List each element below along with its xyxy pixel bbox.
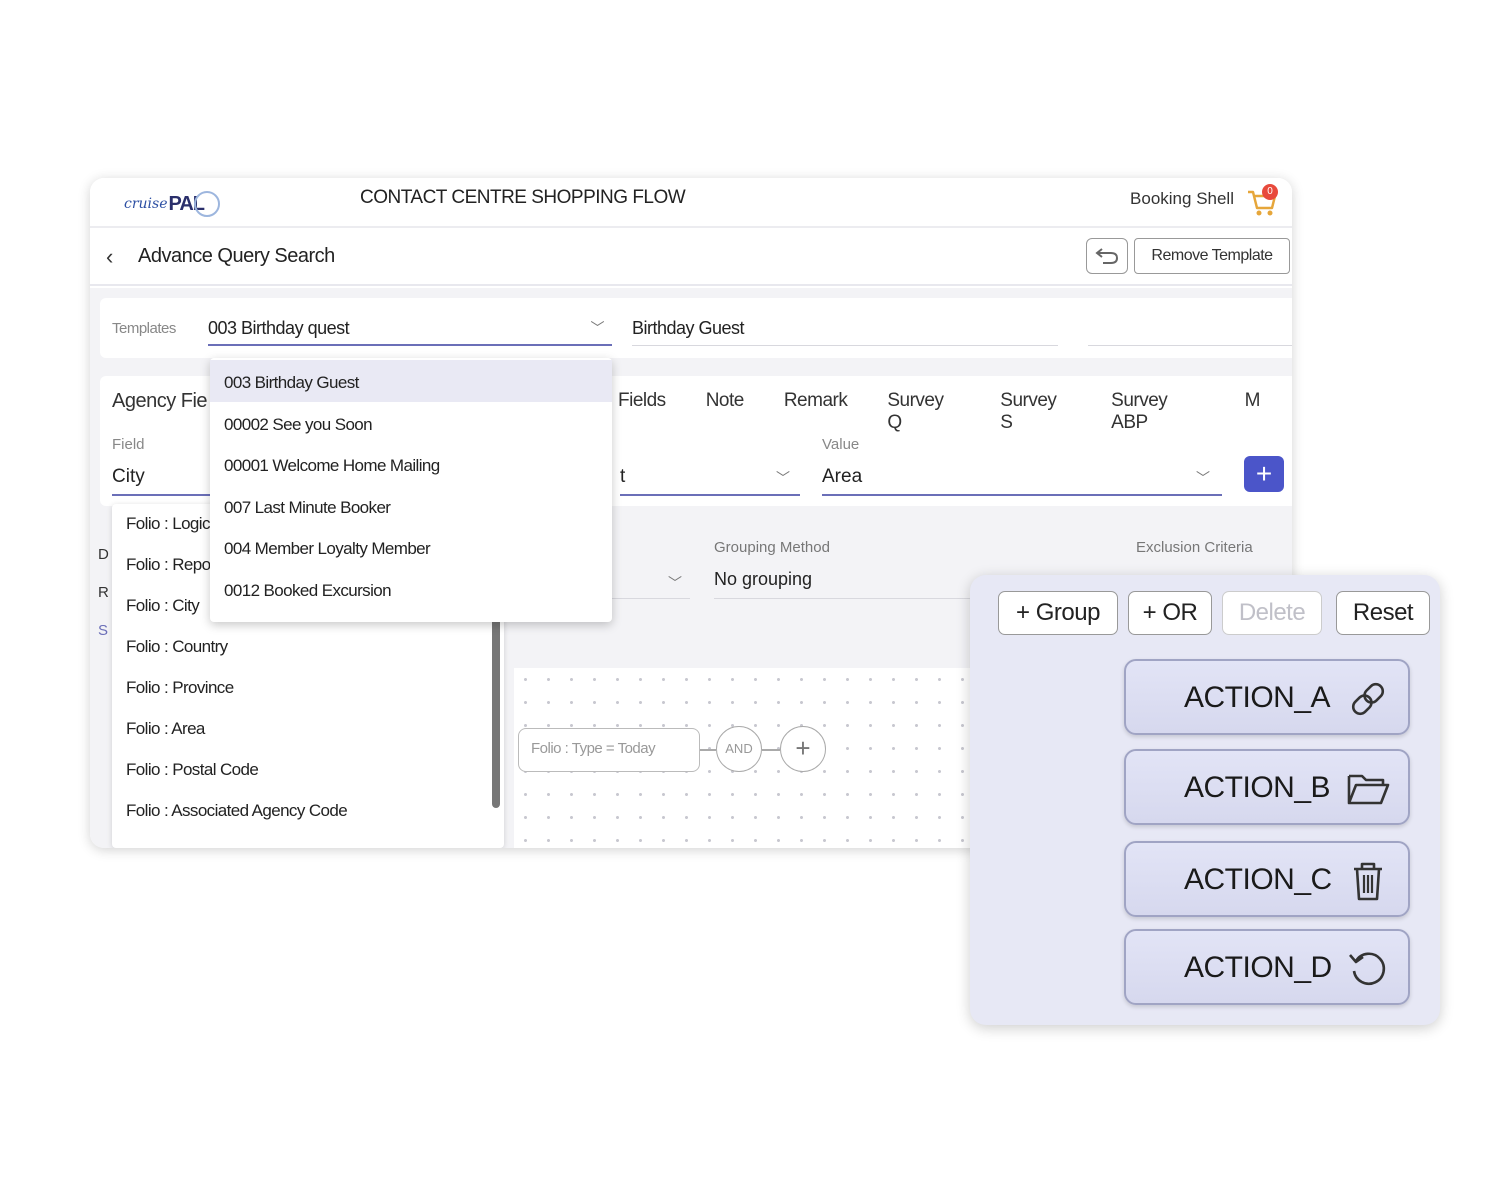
grouping-method-label: Grouping Method [714, 539, 830, 556]
list-item[interactable]: Folio : Country [112, 627, 504, 668]
link-icon [1351, 682, 1385, 716]
exclusion-criteria-label: Exclusion Criteria [1136, 539, 1253, 556]
side-letter: R [98, 584, 109, 601]
action-d-label: ACTION_D [1184, 951, 1332, 984]
side-letter: S [98, 622, 109, 639]
action-panel: + Group + OR Delete Reset ACTION_A ACTIO… [970, 575, 1440, 1025]
page-title: Advance Query Search [138, 245, 335, 267]
remove-template-button[interactable]: Remove Template [1134, 238, 1290, 274]
tab-fields[interactable]: Fields [618, 386, 666, 438]
template-option[interactable]: 007 Last Minute Booker [210, 485, 612, 527]
template-extra-field[interactable] [1088, 312, 1292, 346]
delete-button[interactable]: Delete [1222, 591, 1322, 635]
field-tabs: Fields Note Remark Survey Q Survey S Sur… [618, 386, 1292, 438]
undo-icon [1095, 248, 1119, 264]
logo-swoosh-icon [194, 191, 221, 217]
add-criteria-button[interactable]: + [1244, 456, 1284, 492]
template-row: Templates 003 Birthday quest ﹀ Birthday … [100, 298, 1292, 358]
template-option[interactable]: 0012 Booked Excursion [210, 568, 612, 610]
action-c-label: ACTION_C [1184, 863, 1332, 896]
value-selected: Area [822, 466, 863, 487]
tab-survey-s[interactable]: Survey S [1000, 386, 1071, 438]
query-node[interactable]: Folio : Type = Today [518, 728, 700, 772]
connector-line [700, 749, 716, 751]
action-a-label: ACTION_A [1184, 681, 1331, 714]
value-select[interactable]: Area ﹀ [822, 462, 1222, 496]
add-or-button[interactable]: + OR [1128, 591, 1212, 635]
templates-dropdown: 003 Birthday Guest 00002 See you Soon 00… [210, 358, 612, 622]
add-node-button[interactable]: + [780, 726, 826, 772]
logo-prefix: cruise [124, 196, 168, 212]
cart-icon[interactable]: 0 [1246, 184, 1278, 218]
operator-value: t [620, 466, 626, 487]
trash-icon [1354, 862, 1382, 901]
grouping-left-select[interactable]: ﹀ [610, 565, 690, 599]
action-d-button[interactable]: ACTION_D [1124, 929, 1410, 1005]
side-letter: D [98, 546, 109, 563]
template-option[interactable]: 00001 Welcome Home Mailing [210, 443, 612, 485]
refresh-icon [1349, 952, 1386, 986]
list-item[interactable]: Folio : Province [112, 668, 504, 709]
chevron-down-icon: ﹀ [776, 470, 790, 486]
template-option[interactable]: 00002 See you Soon [210, 402, 612, 444]
connector-line [762, 749, 780, 751]
tab-more[interactable]: M [1245, 386, 1261, 438]
template-option[interactable]: 004 Member Loyalty Member [210, 526, 612, 568]
chevron-down-icon: ﹀ [668, 575, 682, 591]
tab-note[interactable]: Note [706, 386, 745, 438]
templates-selected-value: 003 Birthday quest [208, 318, 350, 338]
tab-remark[interactable]: Remark [784, 386, 848, 438]
chevron-down-icon: ﹀ [1196, 470, 1210, 486]
field-label: Field [112, 436, 145, 453]
back-chevron-icon[interactable]: ‹ [106, 244, 113, 270]
operator-select[interactable]: t ﹀ [620, 462, 800, 496]
value-label: Value [822, 436, 860, 453]
side-letters: D R S [98, 536, 109, 650]
booking-shell-link[interactable]: Booking Shell [1130, 189, 1234, 209]
template-name-field[interactable]: Birthday Guest [632, 312, 1058, 346]
cruisepal-logo: cruise PAL [124, 188, 221, 220]
list-item[interactable]: Folio : Postal Code [112, 750, 504, 791]
action-a-button[interactable]: ACTION_A [1124, 659, 1410, 735]
template-option[interactable]: 003 Birthday Guest [210, 360, 612, 402]
cart-badge: 0 [1262, 184, 1278, 200]
sub-header: ‹ Advance Query Search Remove Template [90, 230, 1292, 286]
templates-select[interactable]: 003 Birthday quest ﹀ [208, 312, 612, 346]
tab-survey-abp[interactable]: Survey ABP [1111, 386, 1204, 438]
folder-icon [1347, 774, 1390, 805]
list-scrollbar[interactable] [492, 608, 500, 808]
grouping-method-select[interactable]: No grouping [714, 565, 994, 599]
add-group-button[interactable]: + Group [998, 591, 1118, 635]
templates-label: Templates [112, 320, 176, 337]
reset-button[interactable]: Reset [1336, 591, 1430, 635]
action-b-label: ACTION_B [1184, 771, 1331, 804]
app-title: CONTACT CENTRE SHOPPING FLOW [360, 187, 686, 208]
and-node[interactable]: AND [716, 726, 762, 772]
undo-button[interactable] [1086, 238, 1128, 274]
action-c-button[interactable]: ACTION_C [1124, 841, 1410, 917]
agency-fields-tab[interactable]: Agency Fie [112, 390, 208, 413]
chevron-down-icon: ﹀ [590, 320, 605, 336]
list-item[interactable]: Folio : Area [112, 709, 504, 750]
action-b-button[interactable]: ACTION_B [1124, 749, 1410, 825]
list-item[interactable]: Folio : Associated Agency Code [112, 791, 504, 832]
tab-survey-q[interactable]: Survey Q [887, 386, 960, 438]
title-bar: cruise PAL CONTACT CENTRE SHOPPING FLOW … [90, 178, 1292, 228]
